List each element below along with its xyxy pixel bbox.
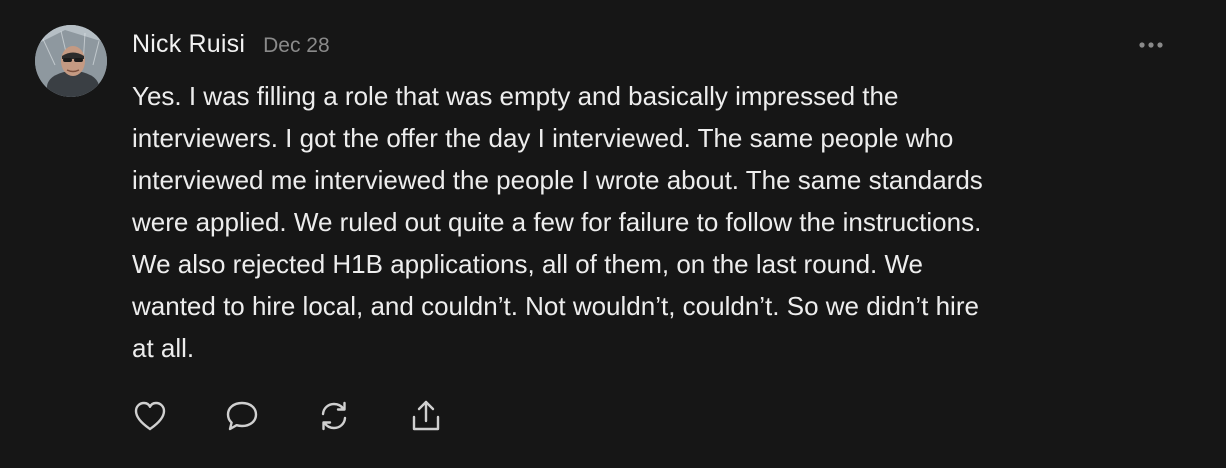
comment-line: Yes. I was filling a role that was empty… (132, 81, 899, 111)
comment-header: Nick Ruisi Dec 28 (132, 30, 330, 64)
user-avatar[interactable] (35, 25, 107, 97)
more-options-button[interactable] (1136, 30, 1166, 60)
author-name[interactable]: Nick Ruisi (132, 30, 245, 59)
comment-line: wanted to hire local, and couldn’t. Not … (132, 291, 979, 321)
comment-line: interviewers. I got the offer the day I … (132, 123, 954, 153)
comment-line: interviewed me interviewed the people I … (132, 165, 983, 195)
comment-bubble-icon (226, 401, 258, 431)
ellipsis-icon (1139, 42, 1163, 48)
avatar-photo-icon (35, 25, 107, 97)
comment-card: Nick Ruisi Dec 28 Yes. I was filling a r… (0, 0, 1226, 468)
heart-icon (134, 401, 166, 431)
comment-line: were applied. We ruled out quite a few f… (132, 207, 982, 237)
comment-date[interactable]: Dec 28 (263, 34, 330, 58)
like-button[interactable] (132, 398, 168, 434)
comment-actions (132, 398, 500, 434)
restack-button[interactable] (316, 398, 352, 434)
share-button[interactable] (408, 398, 444, 434)
reply-button[interactable] (224, 398, 260, 434)
comment-body: Yes. I was filling a role that was empty… (132, 75, 1172, 369)
comment-line: We also rejected H1B applications, all o… (132, 249, 924, 279)
restack-icon (321, 401, 347, 431)
share-icon (412, 400, 440, 431)
comment-line: at all. (132, 333, 195, 363)
